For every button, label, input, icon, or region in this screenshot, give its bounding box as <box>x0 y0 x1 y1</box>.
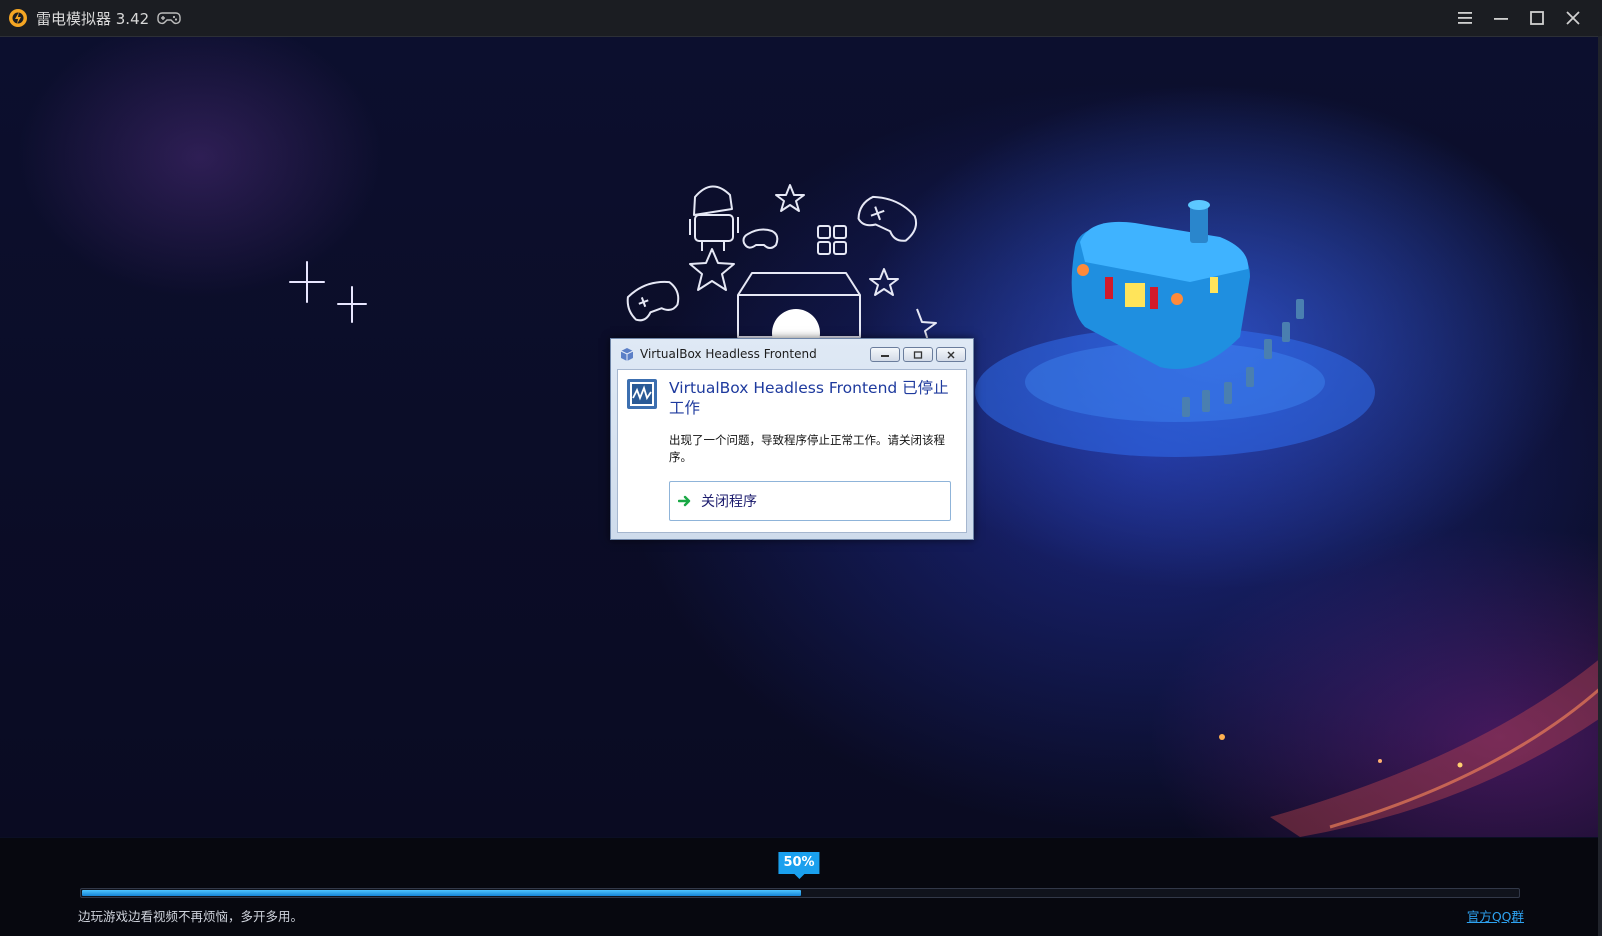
close-icon <box>1566 11 1580 25</box>
title-bar: 雷电模拟器 3.42 <box>0 0 1602 37</box>
maximize-button[interactable] <box>1526 7 1548 29</box>
close-program-label: 关闭程序 <box>701 494 757 510</box>
gamepad-outline-icon <box>742 228 779 249</box>
arrow-right-icon <box>678 495 691 507</box>
progress-bar-fill <box>82 890 801 896</box>
close-icon <box>947 351 955 358</box>
close-button[interactable] <box>1562 7 1584 29</box>
gamepad-left-icon <box>626 280 680 322</box>
minimize-icon <box>881 354 889 357</box>
star-big-icon <box>689 248 735 291</box>
dialog-body: VirtualBox Headless Frontend 已停止工作 出现了一个… <box>617 369 967 533</box>
sparkle-icon <box>289 261 367 323</box>
maximize-icon <box>1530 11 1544 25</box>
app-title: 雷电模拟器 3.42 <box>36 9 150 28</box>
star-icon <box>775 184 805 212</box>
dialog-controls <box>870 347 966 362</box>
dialog-message: 出现了一个问题，导致程序停止正常工作。请关闭该程序。 <box>669 433 945 464</box>
apps-grid-icon <box>817 225 847 255</box>
star-right-icon <box>869 268 899 296</box>
emulator-window: 雷电模拟器 3.42 VirtualBox Headless Frontend … <box>0 0 1602 936</box>
progress-percent-badge: 50% <box>778 852 820 879</box>
restore-icon <box>913 350 923 359</box>
loading-footer: 50% 边玩游戏边看视频不再烦恼，多开多用。 官方QQ群 <box>0 838 1602 936</box>
minimize-icon <box>1494 18 1508 20</box>
error-dialog: VirtualBox Headless Frontend VirtualBox … <box>610 338 974 540</box>
window-right-border <box>1598 36 1602 936</box>
menu-button[interactable] <box>1454 7 1476 29</box>
dialog-heading: VirtualBox Headless Frontend 已停止工作 <box>669 379 949 417</box>
dialog-title-bar: VirtualBox Headless Frontend <box>611 339 973 369</box>
program-monitor-icon <box>627 379 657 409</box>
close-program-button[interactable]: 关闭程序 <box>669 481 951 521</box>
ldplayer-logo-icon <box>9 9 27 27</box>
dialog-minimize-button[interactable] <box>870 347 900 362</box>
menu-icon <box>1458 12 1472 24</box>
dialog-title: VirtualBox Headless Frontend <box>640 347 817 361</box>
window-controls <box>1454 0 1584 36</box>
android-icon <box>689 185 739 251</box>
loading-tip: 边玩游戏边看视频不再烦恼，多开多用。 <box>78 909 304 924</box>
official-qq-group-link[interactable]: 官方QQ群 <box>1467 906 1524 925</box>
dialog-close-button[interactable] <box>936 347 966 362</box>
gamepad-big-icon <box>857 195 918 242</box>
virtualbox-icon <box>620 348 634 361</box>
progress-bar <box>80 888 1520 898</box>
gamepad-icon[interactable] <box>157 10 181 26</box>
minimize-button[interactable] <box>1490 7 1512 29</box>
dialog-restore-button[interactable] <box>903 347 933 362</box>
